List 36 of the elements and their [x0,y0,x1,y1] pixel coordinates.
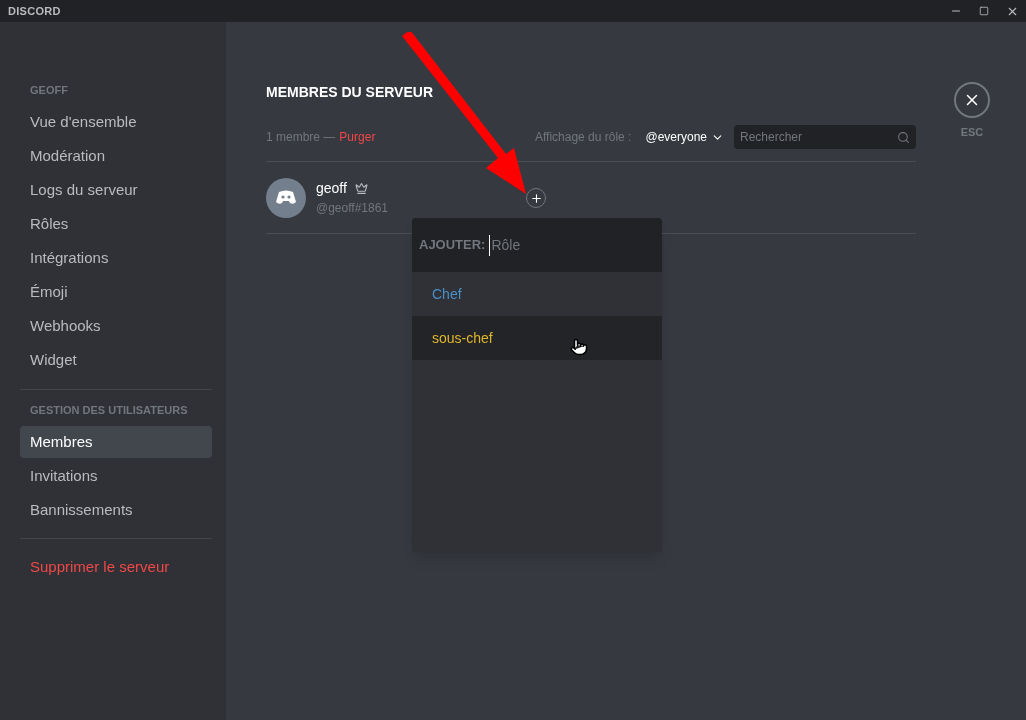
add-role-field[interactable]: AJOUTER: Rôle [412,218,662,272]
sidebar-item[interactable]: Webhooks [20,310,212,343]
sidebar-item[interactable]: Membres [20,426,212,458]
page-title: MEMBRES DU SERVEUR [266,83,434,102]
maximize-icon [979,6,989,16]
close-button[interactable] [954,82,990,118]
member-tag: @geoff#1861 [316,199,389,217]
sidebar-item[interactable]: Intégrations [20,242,212,275]
hand-cursor-icon [570,338,588,356]
window-title: DISCORD [8,3,61,19]
search-input[interactable]: Rechercher [740,128,897,146]
member-name: geoff [316,179,347,198]
crown-icon [354,182,368,195]
add-label: AJOUTER: [419,236,486,255]
role-dropdown[interactable]: @everyone [645,128,724,146]
sidebar-item[interactable]: Émoji [20,276,212,309]
sidebar-item[interactable]: Widget [20,344,212,377]
role-input[interactable]: Rôle [489,234,655,256]
sidebar-item[interactable]: Supprimer le serveur [20,551,212,583]
sidebar-item[interactable]: Modération [20,140,212,173]
section-heading: GEOFF [29,83,69,98]
role-display-label: Affichage du rôle : [534,129,632,146]
sidebar-item[interactable]: Bannissements [20,494,212,526]
sidebar-item[interactable]: Logs du serveur [20,174,212,207]
plus-icon [529,191,543,205]
sidebar-item[interactable]: Vue d'ensemble [20,106,212,139]
sidebar-item[interactable]: Rôles [20,208,212,241]
sidebar-item[interactable]: Invitations [20,460,212,492]
controller-icon [275,189,297,206]
role-option[interactable]: sous-chef [412,316,662,360]
section-heading: GESTION DES UTILISATEURS [29,402,189,418]
role-option[interactable]: Chef [412,272,662,316]
search-icon [897,130,910,144]
search-field[interactable]: Rechercher [734,125,916,149]
esc-label: ESC [960,125,984,140]
member-count: 1 membre — [266,129,336,146]
